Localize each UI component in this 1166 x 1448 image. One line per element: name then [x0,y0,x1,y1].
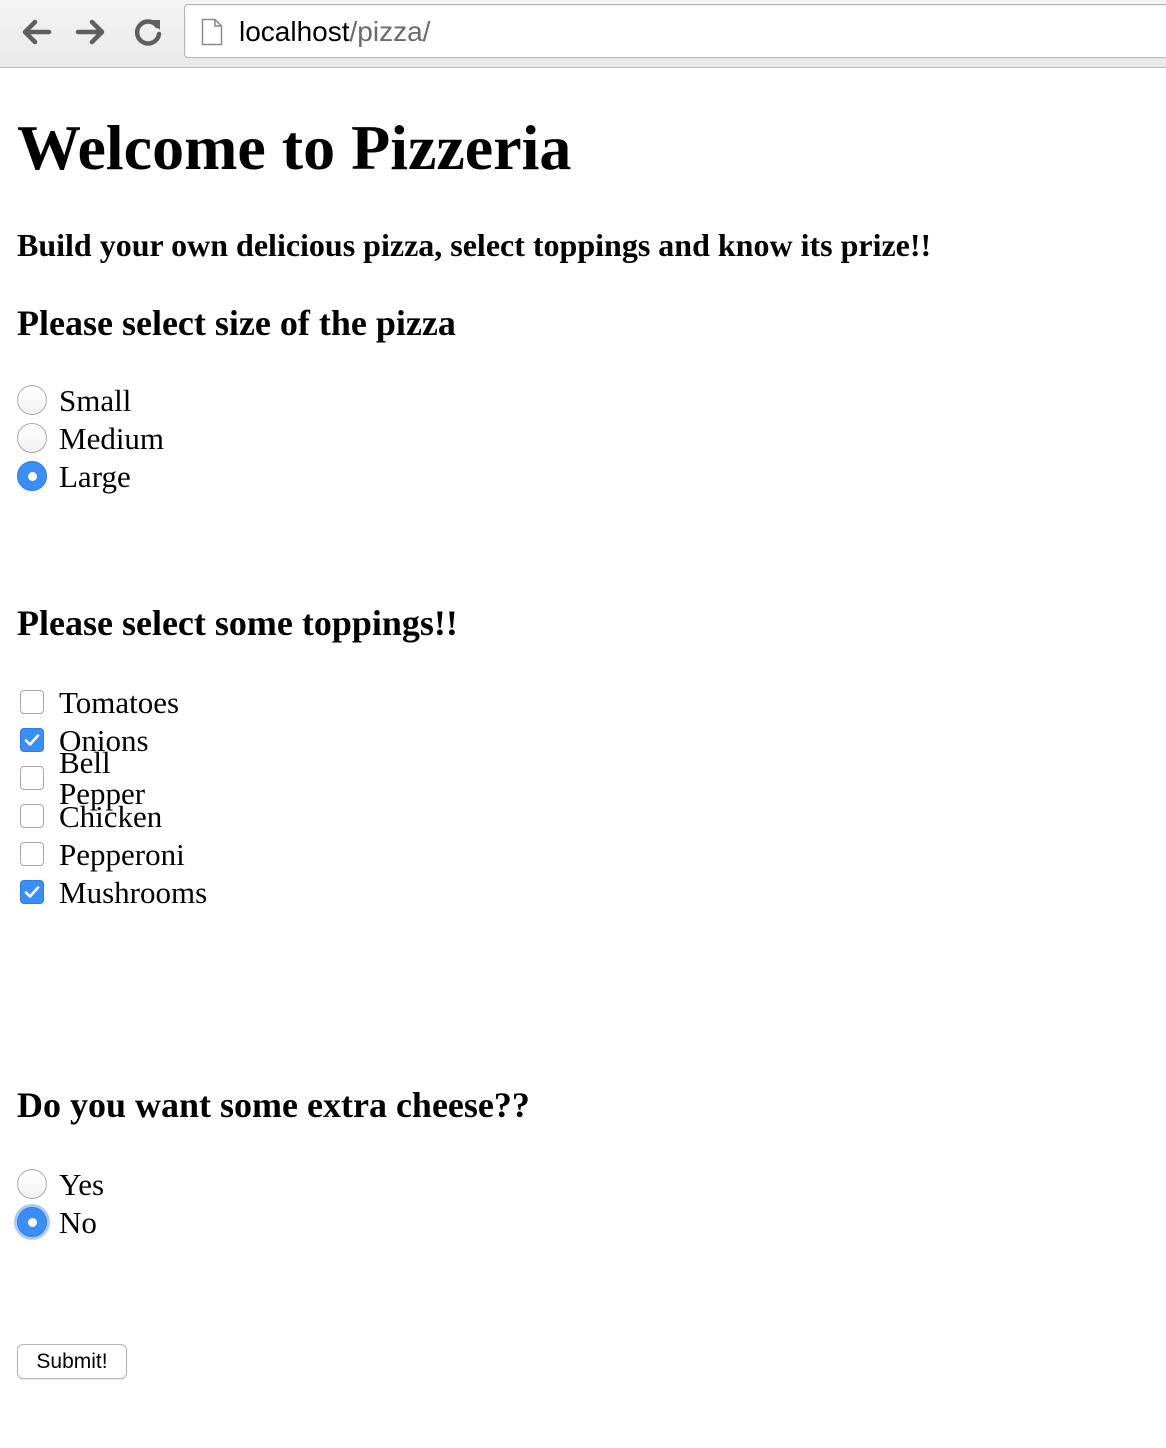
topping-checkbox-mushrooms[interactable] [20,880,44,904]
size-option-medium[interactable]: Medium [17,419,164,457]
reload-button[interactable] [128,12,168,52]
topping-checkbox-onions[interactable] [20,728,44,752]
toppings-heading: Please select some toppings!! [17,603,458,643]
back-button[interactable] [16,12,56,52]
topping-checkbox-tomatoes[interactable] [20,690,44,714]
submit-button[interactable]: Submit! [17,1344,127,1379]
topping-option-chicken[interactable]: Chicken [17,797,162,835]
topping-label-pepperoni: Pepperoni [59,836,185,872]
checkmark-icon [24,886,40,898]
cheese-radio-no[interactable] [17,1207,47,1237]
browser-toolbar: localhost/pizza/ [0,0,1166,68]
url-host: localhost [239,16,350,47]
cheese-heading: Do you want some extra cheese?? [17,1085,530,1125]
cheese-label-no: No [59,1204,97,1240]
topping-option-mushrooms[interactable]: Mushrooms [17,873,207,911]
size-label-small: Small [59,382,132,418]
arrow-left-icon [22,19,52,45]
page-icon [201,18,223,46]
topping-checkbox-pepperoni[interactable] [20,842,44,866]
size-radio-large[interactable] [17,461,47,491]
topping-label-mushrooms: Mushrooms [59,874,208,910]
size-heading: Please select size of the pizza [17,303,456,343]
cheese-option-no[interactable]: No [17,1203,97,1241]
size-radio-medium[interactable] [17,423,47,453]
topping-checkbox-chicken[interactable] [20,804,44,828]
cheese-radio-yes[interactable] [17,1169,47,1199]
size-radio-small[interactable] [17,385,47,415]
cheese-option-yes[interactable]: Yes [17,1165,104,1203]
reload-icon [134,19,162,46]
topping-label-tomatoes: Tomatoes [59,684,180,720]
page-subtitle: Build your own delicious pizza, select t… [17,227,932,263]
topping-option-bell-pepper[interactable]: Bell Pepper [17,747,145,809]
topping-option-tomatoes[interactable]: Tomatoes [17,683,179,721]
arrow-right-icon [75,19,105,45]
address-bar[interactable]: localhost/pizza/ [184,4,1166,58]
topping-checkbox-bell-pepper[interactable] [20,766,44,790]
topping-label-chicken: Chicken [59,798,163,834]
size-label-large: Large [59,458,131,494]
checkmark-icon [24,734,40,746]
forward-button[interactable] [71,12,111,52]
url-path: /pizza/ [349,16,431,47]
cheese-label-yes: Yes [59,1166,105,1202]
size-label-medium: Medium [59,420,165,456]
url-text: localhost/pizza/ [239,16,430,48]
page-title: Welcome to Pizzeria [17,112,572,183]
size-option-small[interactable]: Small [17,381,131,419]
size-option-large[interactable]: Large [17,457,131,495]
topping-option-pepperoni[interactable]: Pepperoni [17,835,185,873]
